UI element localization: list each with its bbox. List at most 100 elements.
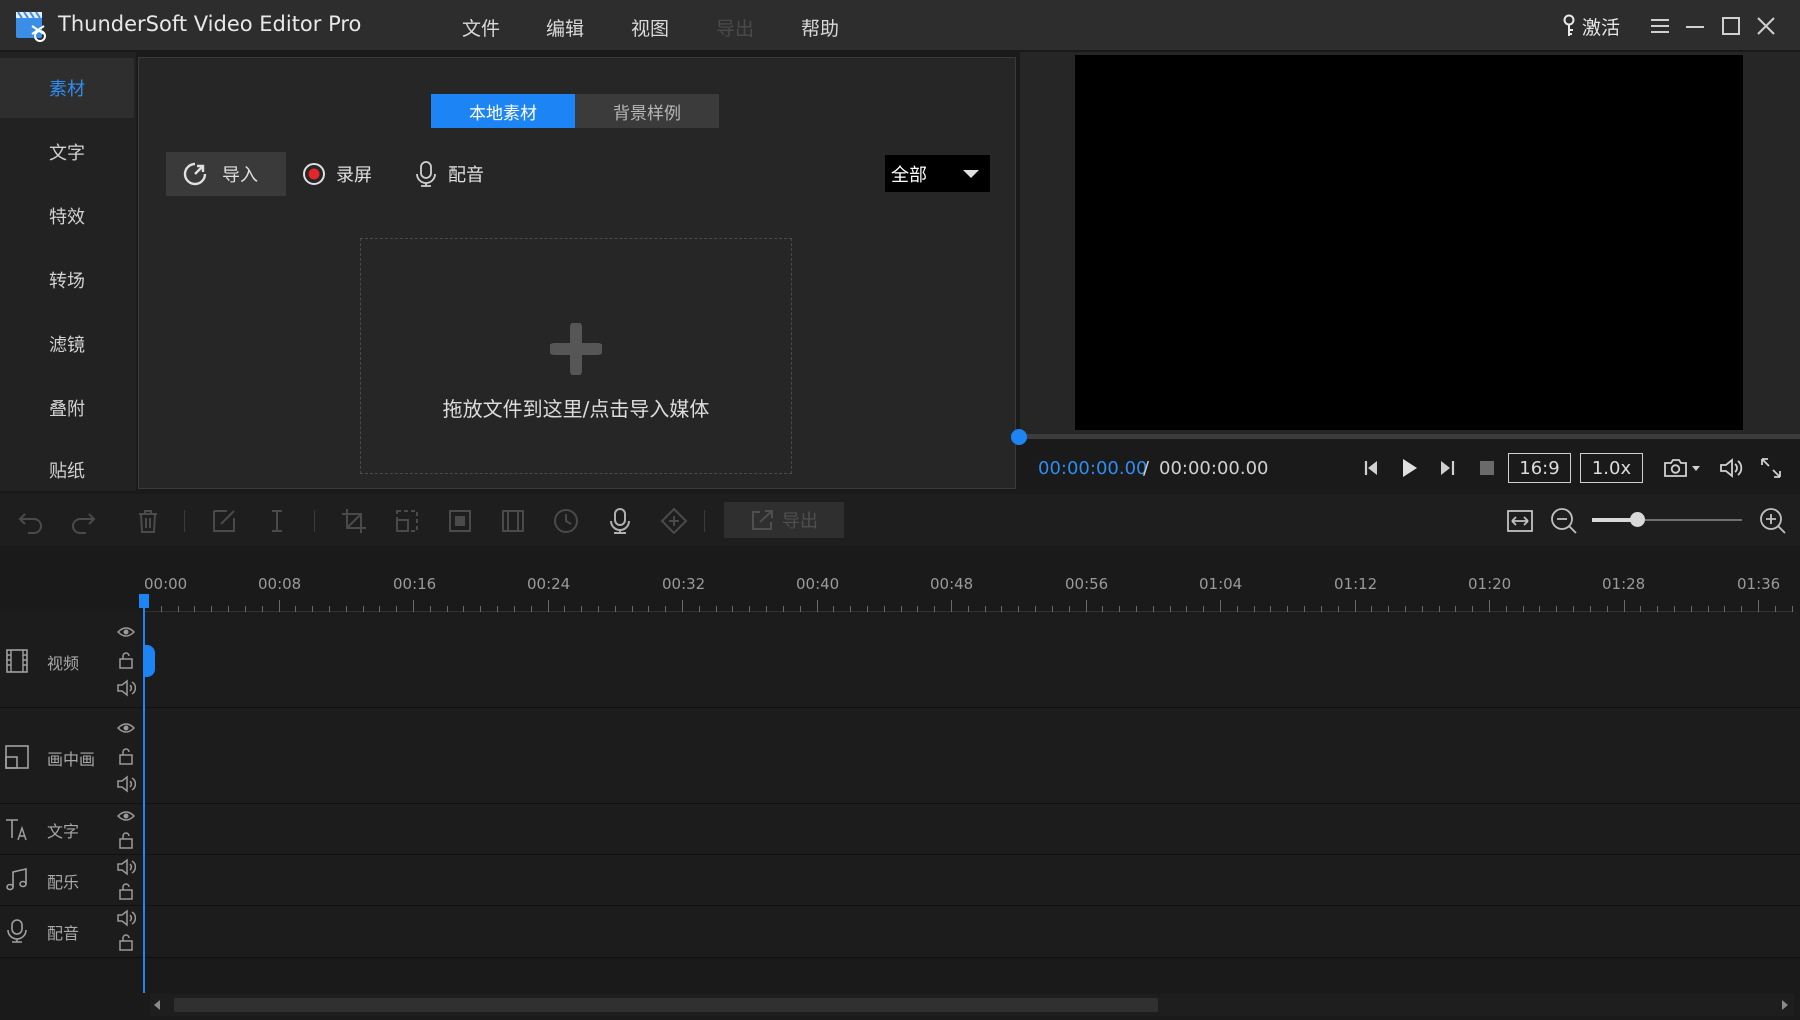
- speaker-icon[interactable]: [116, 774, 136, 794]
- track-video[interactable]: 视频: [0, 612, 1800, 708]
- zoom-in-icon[interactable]: [1758, 506, 1788, 536]
- activate-button[interactable]: 激活: [1562, 13, 1620, 39]
- keyframe-icon[interactable]: [659, 506, 689, 536]
- scroll-right-arrow-icon[interactable]: [1780, 999, 1790, 1011]
- zoom-out-icon[interactable]: [1549, 506, 1579, 536]
- scrollbar-thumb[interactable]: [174, 998, 1158, 1012]
- lock-icon[interactable]: [116, 650, 136, 670]
- import-icon: [182, 161, 208, 187]
- delete-trash-icon[interactable]: [133, 506, 163, 536]
- app-title: ThunderSoft Video Editor Pro: [58, 12, 362, 36]
- lock-icon[interactable]: [116, 881, 136, 901]
- ruler-label: 01:12: [1334, 575, 1378, 593]
- playhead-marker[interactable]: [139, 594, 149, 608]
- category-overlays[interactable]: 叠附: [0, 378, 134, 438]
- track-voiceover[interactable]: 配音: [0, 906, 1800, 958]
- duration-clock-icon[interactable]: [551, 506, 581, 536]
- category-text[interactable]: 文字: [0, 122, 134, 182]
- record-icon: [302, 162, 326, 186]
- category-media[interactable]: 素材: [0, 58, 134, 118]
- timeline-zoom-handle[interactable]: [1630, 512, 1645, 527]
- eye-icon[interactable]: [116, 622, 136, 642]
- lock-icon[interactable]: [116, 932, 136, 952]
- speaker-icon[interactable]: [116, 857, 136, 877]
- export-icon: [750, 508, 776, 532]
- redo-icon[interactable]: [68, 506, 98, 536]
- minimize-icon[interactable]: [1682, 13, 1708, 39]
- track-music[interactable]: 配乐: [0, 855, 1800, 906]
- media-filter-dropdown[interactable]: 全部: [885, 155, 990, 192]
- play-icon[interactable]: [1396, 455, 1422, 481]
- lock-icon[interactable]: [116, 746, 136, 766]
- aspect-ratio-button[interactable]: 16:9: [1508, 453, 1571, 483]
- category-transitions[interactable]: 转场: [0, 250, 134, 310]
- fit-timeline-icon[interactable]: [1505, 506, 1535, 536]
- current-time: 00:00:00.00: [1038, 458, 1148, 479]
- time-separator: /: [1143, 458, 1150, 479]
- microphone-icon: [414, 160, 438, 188]
- record-screen-button[interactable]: 录屏: [302, 152, 372, 196]
- snapshot-camera-icon[interactable]: [1662, 455, 1702, 481]
- ruler-label: 00:32: [662, 575, 706, 593]
- drop-zone-hint: 拖放文件到这里/点击导入媒体: [442, 397, 710, 421]
- close-icon[interactable]: [1753, 13, 1779, 39]
- edit-clip-icon[interactable]: [209, 506, 239, 536]
- menu-file[interactable]: 文件: [462, 14, 500, 41]
- ruler-label: 00:24: [527, 575, 571, 593]
- split-icon[interactable]: [262, 506, 292, 536]
- track-text[interactable]: 文字: [0, 804, 1800, 855]
- export-label: 导出: [782, 511, 818, 532]
- eye-icon[interactable]: [116, 806, 136, 826]
- microphone-icon: [4, 918, 30, 944]
- timeline-ruler[interactable]: 00:00 00:08 00:16 00:24 00:32 00:40 00:4…: [144, 567, 1794, 615]
- track-name: 画中画: [47, 750, 96, 769]
- fullscreen-icon[interactable]: [1758, 455, 1784, 481]
- freeze-frame-icon[interactable]: [498, 506, 528, 536]
- media-source-tabs: 本地素材 背景样例: [431, 94, 719, 128]
- voiceover-button[interactable]: 配音: [414, 152, 484, 196]
- category-filters[interactable]: 滤镜: [0, 314, 134, 374]
- menu-help[interactable]: 帮助: [801, 14, 839, 41]
- speaker-icon[interactable]: [116, 678, 136, 698]
- toolbar-divider: [704, 510, 705, 532]
- preview-screen: [1075, 55, 1743, 430]
- playback-progress-handle[interactable]: [1011, 429, 1027, 445]
- ruler-label: 01:20: [1468, 575, 1512, 593]
- playback-speed-button[interactable]: 1.0x: [1580, 453, 1643, 483]
- menu-view[interactable]: 视图: [631, 14, 669, 41]
- eye-icon[interactable]: [116, 718, 136, 738]
- tab-local-media[interactable]: 本地素材: [431, 94, 575, 128]
- undo-icon[interactable]: [16, 506, 46, 536]
- playhead-handle[interactable]: [143, 645, 155, 677]
- lock-icon[interactable]: [116, 830, 136, 850]
- ruler-label: 00:48: [930, 575, 974, 593]
- volume-icon[interactable]: [1718, 455, 1744, 481]
- film-icon: [4, 648, 30, 674]
- tab-background-samples[interactable]: 背景样例: [575, 94, 719, 128]
- previous-frame-icon[interactable]: [1357, 455, 1383, 481]
- track-picture-in-picture[interactable]: 画中画: [0, 708, 1800, 804]
- import-button[interactable]: 导入: [166, 152, 286, 196]
- hamburger-menu-icon[interactable]: [1647, 13, 1673, 39]
- menu-edit[interactable]: 编辑: [546, 14, 584, 41]
- ruler-label: 00:40: [796, 575, 840, 593]
- export-button[interactable]: 导出: [724, 502, 844, 538]
- next-frame-icon[interactable]: [1435, 455, 1461, 481]
- track-name: 配乐: [47, 873, 80, 892]
- category-sidebar: 素材 文字 特效 转场 滤镜 叠附 贴纸: [0, 52, 136, 491]
- scroll-left-arrow-icon[interactable]: [152, 999, 162, 1011]
- stop-icon[interactable]: [1474, 455, 1500, 481]
- category-effects[interactable]: 特效: [0, 186, 134, 246]
- playback-progress-bar[interactable]: [1020, 434, 1800, 439]
- record-label: 录屏: [336, 165, 372, 186]
- record-voice-microphone-icon[interactable]: [605, 506, 635, 536]
- mosaic-icon[interactable]: [445, 506, 475, 536]
- ruler-label: 00:16: [393, 575, 437, 593]
- speaker-icon[interactable]: [116, 908, 136, 928]
- resize-icon[interactable]: [392, 506, 422, 536]
- crop-icon[interactable]: [339, 506, 369, 536]
- menu-export[interactable]: 导出: [716, 14, 754, 41]
- total-time: 00:00:00.00: [1159, 458, 1269, 479]
- maximize-icon[interactable]: [1718, 13, 1744, 39]
- category-stickers[interactable]: 贴纸: [0, 440, 134, 500]
